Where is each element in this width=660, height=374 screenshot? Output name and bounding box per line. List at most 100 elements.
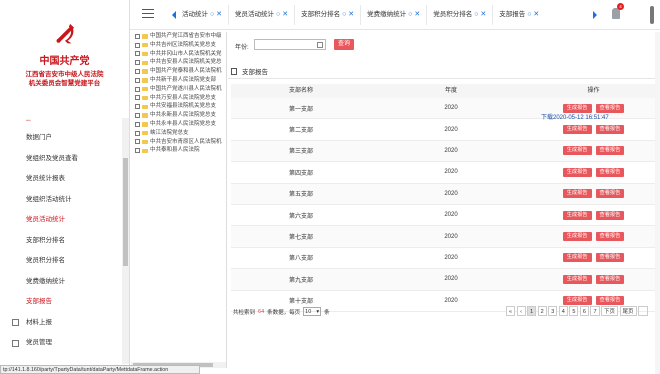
- per-page-select[interactable]: 10 ▾: [303, 307, 322, 316]
- tree-item[interactable]: 中国共产党遂川县人民法院机: [131, 85, 226, 94]
- tree-item[interactable]: 中共新干县人民法院党支部: [131, 76, 226, 85]
- view-report-button[interactable]: 查看报告: [595, 146, 625, 156]
- tree-item[interactable]: 中共井冈山市人民法院机关党: [131, 50, 226, 59]
- year-input[interactable]: [254, 39, 326, 50]
- view-report-button[interactable]: 查看报告: [595, 189, 625, 199]
- checkbox[interactable]: [135, 113, 140, 119]
- checkbox[interactable]: [135, 51, 140, 57]
- generate-report-button[interactable]: 生成报告: [562, 296, 592, 306]
- page-number-button[interactable]: 2: [537, 306, 547, 316]
- generate-report-button[interactable]: 生成报告: [562, 232, 592, 242]
- tree-item[interactable]: 中国共产党泰和县人民法院机: [131, 67, 226, 76]
- page-number-button[interactable]: 5: [569, 306, 579, 316]
- page-last-button[interactable]: 尾页: [619, 306, 637, 316]
- tree-item[interactable]: 峡江法院党总支: [131, 129, 226, 138]
- page-next-button[interactable]: 下页: [601, 306, 619, 316]
- tree-item[interactable]: 中共万安县人民法院党总支: [131, 94, 226, 103]
- folder-icon: [142, 139, 148, 145]
- sidebar-item-branch-ranking[interactable]: 支部积分排名: [0, 231, 122, 252]
- sidebar-item-member-report[interactable]: 党员统计报表: [0, 169, 122, 190]
- sidebar-item-member-activity[interactable]: 党员活动统计: [0, 210, 122, 231]
- checkbox[interactable]: [135, 104, 140, 110]
- view-report-button[interactable]: 查看报告: [595, 296, 625, 306]
- tree-item[interactable]: 中共吉安市青原区人民法院机: [131, 138, 226, 147]
- view-report-button[interactable]: 查看报告: [595, 210, 625, 220]
- tab-member-ranking[interactable]: 党员积分排名 ○ ✕: [426, 5, 492, 25]
- checkbox[interactable]: [135, 121, 140, 127]
- sidebar-item-branch-report[interactable]: 支部报告: [0, 292, 122, 313]
- view-report-button[interactable]: 查看报告: [595, 274, 625, 284]
- tree-item[interactable]: 中共永丰县人民法院党总支: [131, 120, 226, 129]
- sidebar-item-fee-stats[interactable]: 党费缴纳统计: [0, 272, 122, 293]
- page-number-button[interactable]: 7: [590, 306, 600, 316]
- tab-close-icon[interactable]: ○ ✕: [408, 5, 420, 25]
- more-menu-icon[interactable]: [650, 6, 654, 24]
- sidebar-group-member-mgmt[interactable]: 党员管理: [0, 333, 122, 354]
- checkbox[interactable]: [135, 33, 140, 39]
- page-number-button[interactable]: 4: [558, 306, 568, 316]
- view-report-button[interactable]: 查看报告: [595, 253, 625, 263]
- tree-item[interactable]: 中国共产党江西省吉安市中级: [131, 32, 226, 41]
- sidebar-group-material[interactable]: 材料上报: [0, 313, 122, 334]
- checkbox[interactable]: [135, 69, 140, 75]
- sidebar-item-org-member-view[interactable]: 党组织及党员查看: [0, 149, 122, 170]
- generate-report-button[interactable]: 生成报告: [562, 210, 592, 220]
- tree-item-label: 中共安福县法院机关党总支: [150, 103, 217, 110]
- sidebar-scrollbar[interactable]: [122, 118, 129, 364]
- sidebar-scroll-thumb[interactable]: [123, 158, 128, 266]
- tab-label: 党员活动统计: [235, 11, 275, 18]
- calendar-icon[interactable]: [317, 42, 323, 48]
- tree-item[interactable]: 中共泰和县人民法院: [131, 146, 226, 155]
- view-report-button[interactable]: 查看报告: [595, 125, 625, 135]
- checkbox[interactable]: [135, 86, 140, 92]
- operation-cell: 生成报告 查看报告: [531, 167, 656, 177]
- tab-activity-stats[interactable]: 活动统计 ○ ✕: [182, 5, 228, 25]
- generate-report-button[interactable]: 生成报告: [562, 253, 592, 263]
- tab-prev-arrow-icon[interactable]: [172, 11, 176, 19]
- generate-report-button[interactable]: 生成报告: [562, 167, 592, 177]
- checkbox[interactable]: [135, 60, 140, 66]
- generate-report-button[interactable]: 生成报告: [562, 146, 592, 156]
- expand-box-icon: [12, 339, 19, 347]
- tree-item[interactable]: 中共永新县人民法院党总支: [131, 111, 226, 120]
- tab-close-icon[interactable]: ○ ✕: [474, 5, 486, 25]
- sidebar-item-member-ranking[interactable]: 党员积分排名: [0, 251, 122, 272]
- tree-item[interactable]: 中共吉安县人民法院机关党总: [131, 58, 226, 67]
- checkbox[interactable]: [135, 95, 140, 101]
- sidebar-item-data-portal[interactable]: 数据门户: [0, 128, 122, 149]
- checkbox[interactable]: [135, 130, 140, 136]
- tree-item[interactable]: 中共安福县法院机关党总支: [131, 102, 226, 111]
- column-header-year: 年度: [444, 88, 457, 94]
- tab-fee-stats[interactable]: 党费缴纳统计 ○ ✕: [360, 5, 426, 25]
- checkbox[interactable]: [135, 77, 140, 83]
- hamburger-menu-icon[interactable]: [142, 9, 154, 18]
- tab-branch-ranking[interactable]: 支部积分排名 ○ ✕: [294, 5, 360, 25]
- page-prev-button[interactable]: ‹: [516, 306, 526, 316]
- view-report-button[interactable]: 查看报告: [595, 232, 625, 242]
- tab-close-icon[interactable]: ○ ✕: [527, 5, 539, 25]
- tab-member-activity[interactable]: 党员活动统计 ○ ✕: [228, 5, 294, 25]
- generate-report-button[interactable]: 生成报告: [562, 274, 592, 284]
- page-number-button[interactable]: 6: [579, 306, 589, 316]
- main-scrollbar[interactable]: [655, 32, 660, 374]
- sidebar-item-cut-off: ─: [26, 117, 31, 124]
- checkbox[interactable]: [135, 139, 140, 145]
- page-number-button[interactable]: 3: [548, 306, 558, 316]
- checkbox[interactable]: [135, 42, 140, 48]
- tab-close-icon[interactable]: ○ ✕: [276, 5, 288, 25]
- generate-report-button[interactable]: 生成报告: [562, 125, 592, 135]
- sidebar-item-org-activity[interactable]: 党组织活动统计: [0, 190, 122, 211]
- tab-branch-report[interactable]: 支部报告 ○ ✕: [492, 5, 545, 25]
- tab-close-icon[interactable]: ○ ✕: [342, 5, 354, 25]
- checkbox[interactable]: [135, 148, 140, 154]
- tab-next-arrow-icon[interactable]: [593, 11, 597, 19]
- tree-item[interactable]: 中共吉州区法院机关党总支: [131, 41, 226, 50]
- page-first-button[interactable]: «: [506, 306, 516, 316]
- page-jump-input[interactable]: [638, 306, 649, 316]
- view-report-button[interactable]: 查看报告: [595, 167, 625, 177]
- folder-icon: [142, 148, 148, 153]
- query-button[interactable]: 查询: [334, 39, 354, 50]
- generate-report-button[interactable]: 生成报告: [562, 189, 592, 199]
- tab-close-icon[interactable]: ○ ✕: [210, 5, 222, 25]
- page-number-button[interactable]: 1: [527, 306, 537, 316]
